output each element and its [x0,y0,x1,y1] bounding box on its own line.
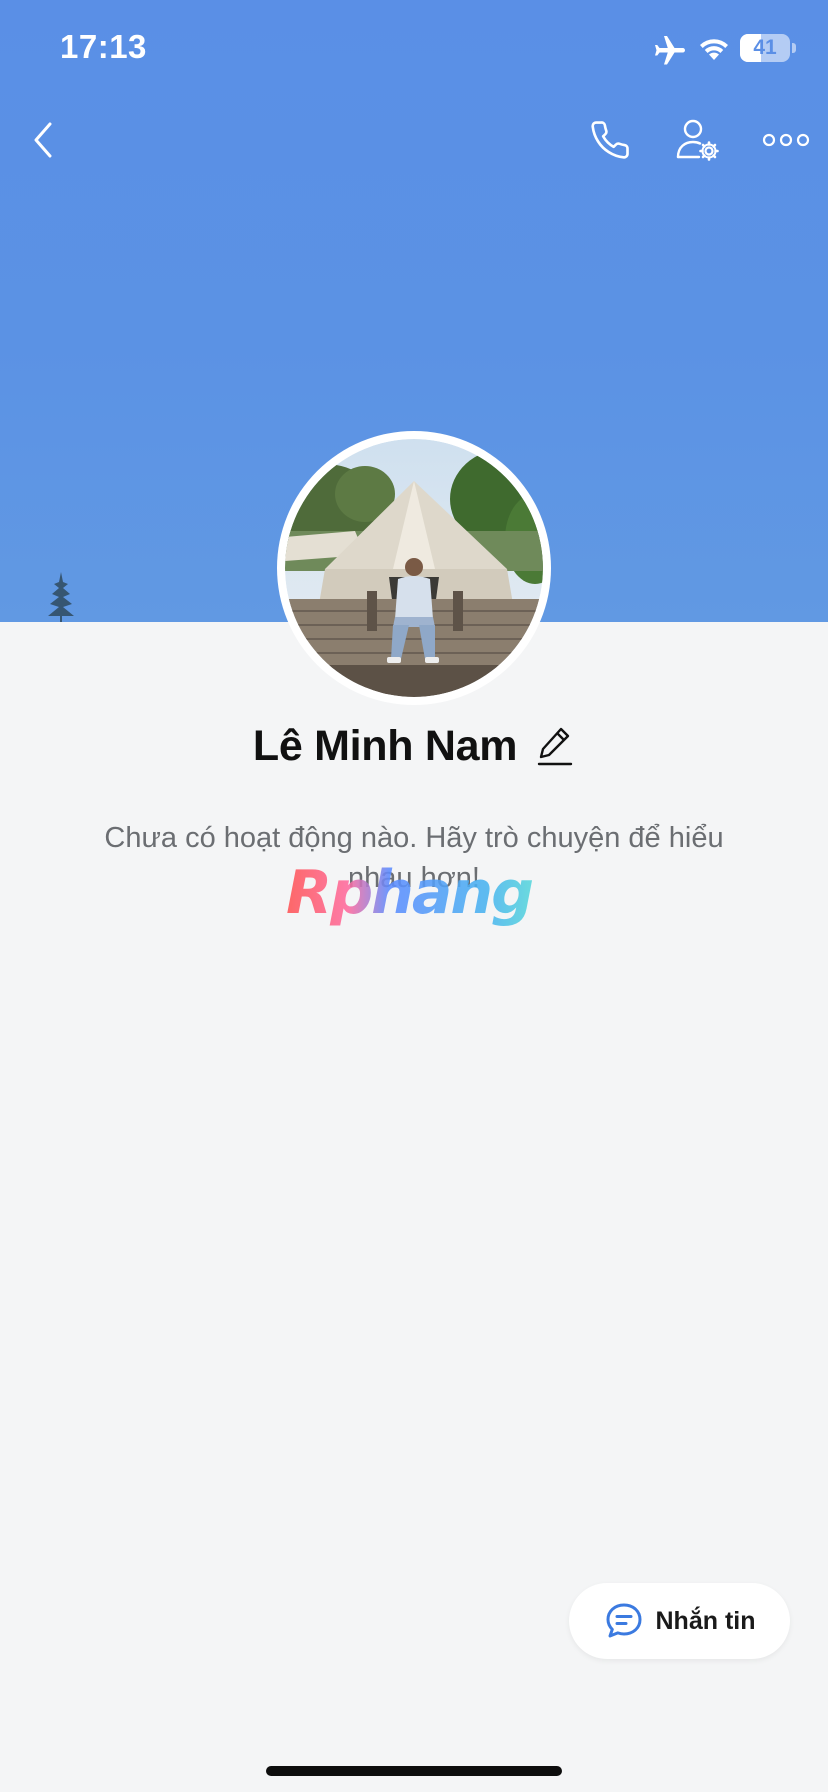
status-time: 17:13 [60,28,147,65]
send-message-button[interactable]: Nhắn tin [569,1583,790,1659]
avatar-photo [285,439,543,697]
avatar[interactable] [277,431,551,705]
profile-name-row: Lê Minh Nam [0,716,828,776]
pencil-icon [537,727,573,766]
battery-cap [792,43,796,53]
top-navigation-bar [0,110,828,170]
battery-percent: 41 [753,36,777,59]
cover-tree-silhouette [48,572,74,622]
profile-settings-button[interactable] [668,110,728,170]
edit-name-button[interactable] [535,724,575,768]
send-message-label: Nhắn tin [655,1606,756,1635]
phone-icon [591,121,629,159]
watermark-text: Rphang [286,856,544,930]
profile-screen: 17:13 41 Lê Minh Nam Chưa có hoạt động n… [0,0,828,1792]
home-indicator[interactable] [266,1766,562,1776]
status-bar: 17:13 41 [0,0,828,100]
airplane-mode-icon [655,36,685,65]
user-settings-icon [676,119,719,161]
chevron-left-icon [34,122,52,158]
battery-indicator: 41 [740,34,790,62]
wifi-icon [700,39,728,60]
more-options-button[interactable] [756,110,816,170]
profile-name: Lê Minh Nam [252,721,518,770]
call-button[interactable] [582,110,638,170]
watermark-logo: Rphang [286,856,544,930]
more-icon [762,133,810,147]
back-button[interactable] [18,110,68,170]
chat-bubble-icon [606,1603,641,1638]
